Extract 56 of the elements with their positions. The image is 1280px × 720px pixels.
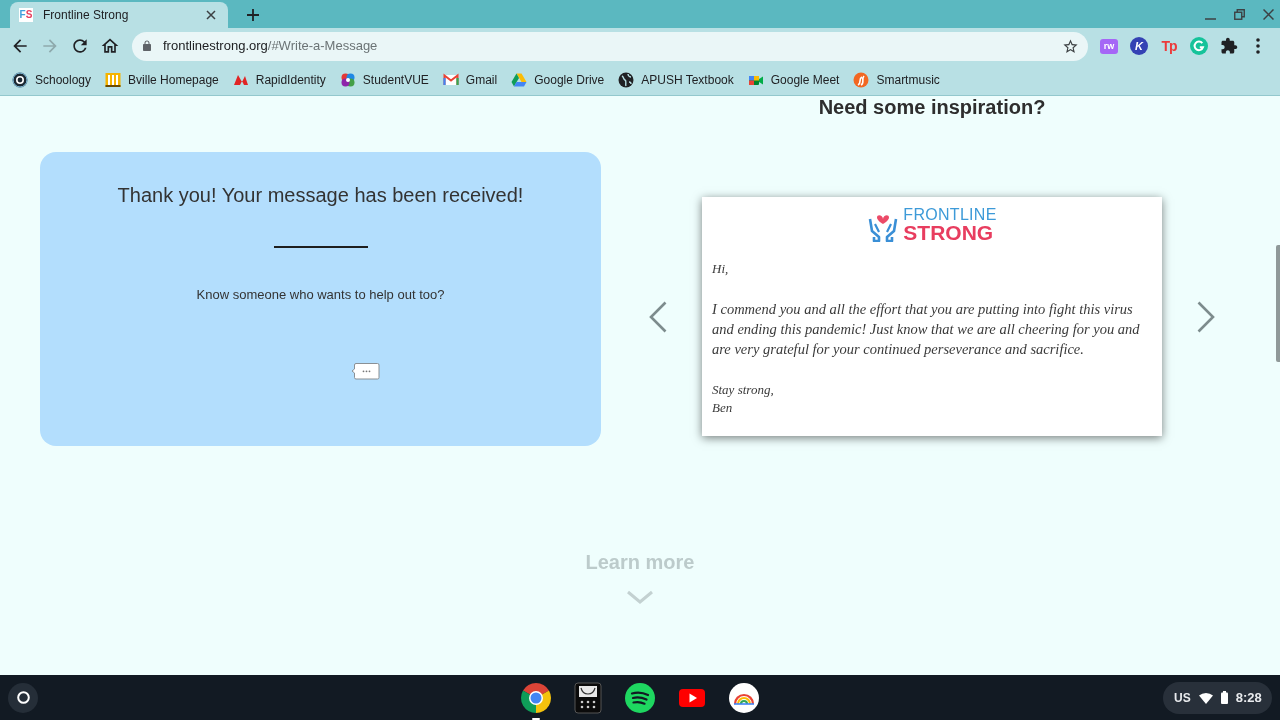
logo-text: FRONTLINE [903,207,997,223]
bookmark-link[interactable]: Gmail [442,70,498,89]
bookmark-link[interactable]: Google Drive [511,70,605,89]
letter-signature: Ben [712,399,733,417]
petal-logo-icon [339,71,356,88]
calculator-app-icon[interactable] [572,681,604,714]
triangle-logo-icon [511,71,528,88]
confirmation-title: Thank you! Your message has been received! [117,183,524,208]
rainbow-app-icon[interactable] [728,681,760,714]
confirmation-prompt: Know someone who wants to help out too? [196,286,445,304]
bookmark-link[interactable]: StudentVUE [339,70,429,89]
extension-button[interactable]: rw [1100,38,1118,54]
close-icon[interactable] [1263,8,1274,20]
music-app-icon[interactable] [624,681,656,714]
bookmark-link[interactable]: Smartmusic [853,70,940,89]
letter-greeting: Hi, [712,260,729,278]
striped-tile-icon [105,71,122,88]
puzzle-piece-icon[interactable] [1220,37,1238,55]
swirl-logo-icon [853,71,870,88]
speech-bubble-icon[interactable] [351,362,380,380]
bookmark-link[interactable]: Bville Homepage [105,70,219,89]
reload-icon[interactable] [70,36,90,56]
keyboard-layout-label: US [1174,689,1191,707]
bookmark-link[interactable]: APUSH Textbook [618,70,734,89]
extension-button[interactable]: K [1130,37,1148,55]
launcher-button[interactable] [8,682,38,713]
browser-tab[interactable]: FS Frontline Strong [10,2,228,28]
section-heading: Need some inspiration? [818,96,1046,118]
close-tab-icon[interactable] [206,10,216,20]
wifi-icon [1198,691,1213,704]
url-text: frontlinestrong.org/#Write-a-Message [163,37,378,56]
address-field[interactable]: frontlinestrong.org/#Write-a-Message [132,31,1088,61]
browser-app-icon[interactable] [520,681,552,714]
scrollbar-thumb[interactable] [1276,245,1280,362]
envelope-icon [442,71,459,88]
bookmark-link[interactable]: RapidIdentity [232,70,326,89]
battery-icon [1220,691,1228,704]
globe-icon [618,71,635,88]
disc-logo-icon [12,71,28,88]
favicon-logo: FS [19,8,33,22]
status-tray[interactable]: US 8:28 [1163,681,1272,714]
menu-icon[interactable] [1256,38,1260,54]
clock-time: 8:28 [1235,688,1262,707]
plus-icon[interactable] [247,9,259,21]
ring-icon [16,691,30,704]
bookmark-link[interactable]: Google Meet [747,70,840,89]
bookmark-link[interactable]: Schoology [12,70,92,89]
logo-text: STRONG [903,223,995,243]
chevron-left-icon[interactable] [649,300,667,333]
letter-closing: Stay strong, [712,381,774,399]
letter-body: I commend you and all the effort that you are putting into fight this virus and ending this pandemic! Just know that we are all cheering for you and are very grateful for your continued perseverance and sacrifice. [712,300,1141,359]
restore-icon[interactable] [1234,8,1245,20]
star-icon[interactable] [1062,37,1079,55]
home-icon[interactable] [100,36,120,56]
lock-icon [141,40,153,52]
chevron-right-icon[interactable] [1197,300,1215,333]
